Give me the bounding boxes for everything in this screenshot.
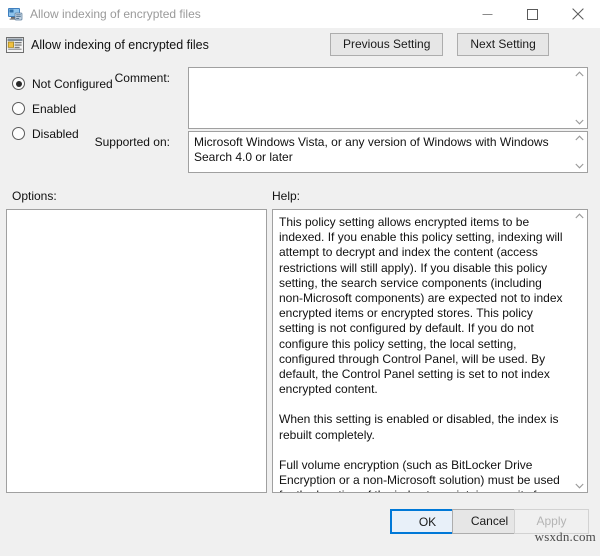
help-paragraph: When this setting is enabled or disabled…: [279, 412, 559, 442]
help-content: This policy setting allows encrypted ite…: [273, 210, 572, 492]
supported-on-scrollbar[interactable]: [572, 132, 587, 172]
setting-header: Allow indexing of encrypted files Previo…: [0, 28, 600, 61]
scroll-down-icon[interactable]: [575, 163, 584, 169]
close-icon[interactable]: [555, 0, 600, 28]
minimize-icon[interactable]: [465, 0, 510, 28]
scroll-down-icon[interactable]: [575, 119, 584, 125]
setting-navigation: Previous Setting Next Setting: [330, 33, 549, 56]
watermark: wsxdn.com: [534, 529, 596, 544]
previous-setting-button[interactable]: Previous Setting: [330, 33, 444, 56]
options-panel[interactable]: [6, 209, 267, 493]
radio-enabled-indicator[interactable]: [12, 102, 25, 115]
radio-enabled[interactable]: Enabled: [12, 96, 113, 121]
title-bar: Allow indexing of encrypted files: [0, 0, 600, 28]
help-panel: This policy setting allows encrypted ite…: [272, 209, 588, 493]
window-controls: [465, 0, 600, 28]
radio-not-configured-indicator[interactable]: [12, 77, 25, 90]
comment-label: Comment:: [114, 71, 170, 85]
dialog-footer: OK Cancel Apply wsxdn.com: [0, 497, 600, 547]
supported-on-label: Supported on:: [94, 135, 170, 149]
help-scrollbar[interactable]: [572, 210, 587, 492]
content-panels: This policy setting allows encrypted ite…: [0, 209, 600, 497]
scroll-up-icon[interactable]: [575, 135, 584, 141]
group-policy-setting-icon: [6, 36, 24, 54]
computer-policy-icon: [7, 6, 23, 22]
supported-on-field[interactable]: Microsoft Windows Vista, or any version …: [188, 131, 588, 173]
supported-on-value: Microsoft Windows Vista, or any version …: [194, 135, 549, 164]
radio-enabled-label: Enabled: [32, 101, 77, 116]
next-setting-button[interactable]: Next Setting: [457, 33, 549, 56]
scroll-up-icon[interactable]: [575, 71, 584, 77]
setting-state-section: Not Configured Enabled Disabled Comment:…: [0, 61, 600, 183]
help-paragraph: This policy setting allows encrypted ite…: [279, 215, 563, 397]
comment-scrollbar[interactable]: [572, 68, 587, 128]
panel-labels: Options: Help:: [0, 183, 600, 209]
scroll-down-icon[interactable]: [575, 483, 584, 489]
help-label: Help:: [272, 189, 301, 203]
comment-field[interactable]: [188, 67, 588, 129]
options-content: [7, 210, 266, 216]
window-title: Allow indexing of encrypted files: [30, 7, 201, 21]
radio-disabled-indicator[interactable]: [12, 127, 25, 140]
options-label: Options:: [12, 189, 57, 203]
comment-value[interactable]: [189, 68, 572, 128]
help-paragraph: Full volume encryption (such as BitLocke…: [279, 457, 560, 492]
maximize-icon[interactable]: [510, 0, 555, 28]
scroll-up-icon[interactable]: [575, 213, 584, 219]
setting-title: Allow indexing of encrypted files: [31, 37, 209, 52]
